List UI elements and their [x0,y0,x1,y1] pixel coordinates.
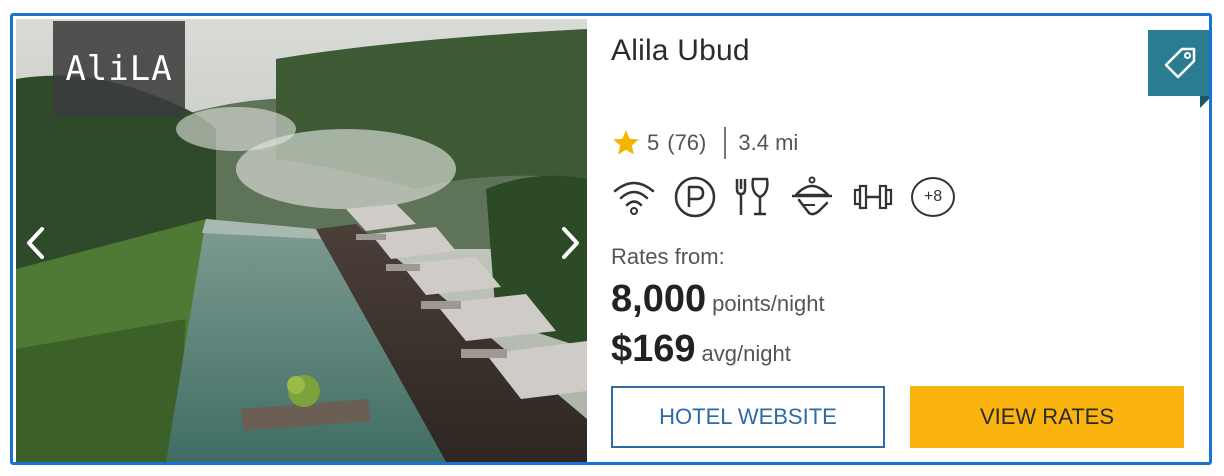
rating-value: 5 [647,130,660,155]
star-icon [613,130,639,155]
review-count[interactable]: (76) [667,130,706,156]
cash-value: $169 [611,328,696,370]
hotel-card[interactable]: AliLA Alila Ubud 5 (76) 3.4 mi +8 Rates … [10,13,1212,465]
points-price: 8,000 points/night [611,278,825,321]
hotel-name[interactable]: Alila Ubud [611,34,750,68]
cash-price: $169 avg/night [611,328,791,371]
more-amenities-badge[interactable]: +8 [911,177,955,217]
parking-icon [673,175,717,219]
room-service-icon [789,175,835,219]
divider [724,127,727,159]
next-photo-button[interactable] [550,219,587,267]
previous-photo-button[interactable] [16,219,56,267]
brand-logo: AliLA [53,21,185,117]
hotel-website-button[interactable]: HOTEL WEBSITE [611,386,885,448]
brand-logo-text: AliLA [65,49,173,89]
amenities-row: +8 [611,175,955,219]
cash-unit: avg/night [701,341,791,366]
distance: 3.4 mi [738,130,799,155]
fitness-icon [851,177,895,217]
special-offer-tag[interactable] [1148,30,1209,108]
hotel-details: Alila Ubud 5 (76) 3.4 mi +8 Rates from: … [611,16,1209,462]
rates-label: Rates from: [611,244,725,269]
rating-row: 5 (76) 3.4 mi [611,126,798,160]
hotel-photo-carousel[interactable]: AliLA [16,19,587,462]
view-rates-button[interactable]: VIEW RATES [910,386,1184,448]
wifi-icon [611,177,657,217]
points-value: 8,000 [611,278,707,320]
chevron-right-icon [562,227,579,259]
price-tag-icon [1164,47,1196,79]
dining-icon [733,175,773,219]
chevron-left-icon [27,227,44,259]
points-unit: points/night [712,291,825,316]
